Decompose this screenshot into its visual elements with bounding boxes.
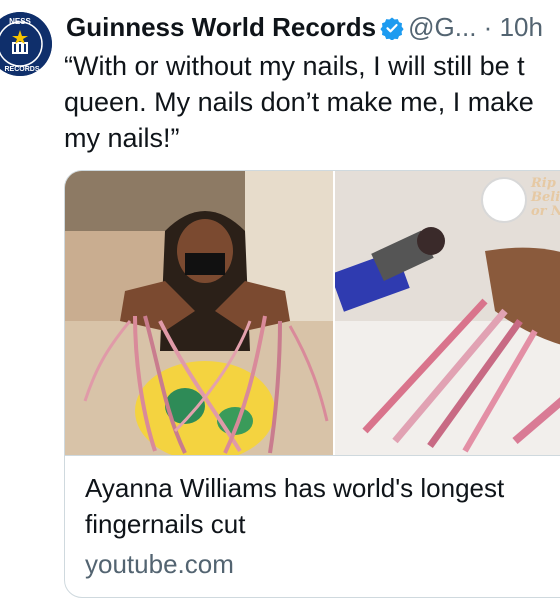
verified-badge-icon	[380, 14, 404, 41]
card-media[interactable]: Rip Belie or N	[65, 171, 560, 455]
logo-bottom-text: RECORDS	[4, 66, 39, 73]
card-body[interactable]: Ayanna Williams has world's longest fing…	[65, 455, 560, 597]
author-handle[interactable]: @G...	[408, 12, 476, 42]
guinness-logo-icon[interactable]: NESS RECORDS	[0, 12, 52, 76]
separator-dot: ·	[483, 12, 493, 42]
card-title[interactable]: Ayanna Williams has world's longest fing…	[85, 470, 560, 542]
photo-nail-cutting: Rip Belie or N	[335, 171, 560, 455]
tweet-timestamp[interactable]: 10h	[500, 12, 543, 42]
guinness-badge-icon	[481, 177, 527, 223]
photo-woman-with-long-nails	[65, 171, 333, 455]
author-name[interactable]: Guinness World Records	[66, 12, 376, 42]
link-card[interactable]: Rip Belie or N Ayanna Williams has world…	[64, 170, 560, 598]
card-domain: youtube.com	[85, 549, 234, 579]
tweet-header: Guinness World Records @G... · 10h	[66, 10, 560, 44]
tweet-text: “With or without my nails, I will still …	[64, 51, 534, 153]
logo-top-text: NESS	[9, 17, 31, 26]
ripleys-watermark: Rip Belie or N	[531, 176, 560, 219]
